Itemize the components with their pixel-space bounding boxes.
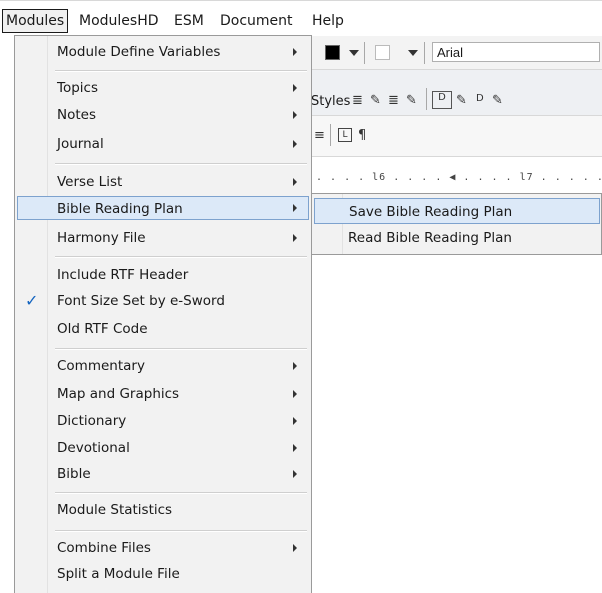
menu-item-map-and-graphics[interactable]: Map and Graphics: [17, 382, 309, 406]
submenu-arrow-icon: [293, 362, 297, 370]
menu-item-read-bible-reading-plan[interactable]: Read Bible Reading Plan: [314, 225, 600, 251]
menu-help[interactable]: Help: [308, 10, 348, 32]
menu-item-label: Old RTF Code: [57, 321, 148, 337]
text-color-swatch[interactable]: [325, 45, 340, 60]
menu-item-save-bible-reading-plan[interactable]: Save Bible Reading Plan: [314, 198, 600, 224]
submenu-arrow-icon: [293, 470, 297, 478]
menu-item-bible[interactable]: Bible: [17, 462, 309, 486]
menu-item-label: Font Size Set by e-Sword: [57, 293, 225, 309]
menu-item-label: Read Bible Reading Plan: [348, 230, 512, 246]
apply-char-style-2-icon[interactable]: ✎: [492, 93, 503, 108]
menu-item-label: Commentary: [57, 358, 145, 374]
menu-item-label: Module Statistics: [57, 502, 173, 518]
text-color-dropdown-icon[interactable]: [349, 50, 359, 56]
submenu-arrow-icon: [293, 178, 297, 186]
paragraph-style-2-icon[interactable]: ≣: [388, 93, 399, 108]
menu-item-font-size-set-by-esword[interactable]: ✓ Font Size Set by e-Sword: [17, 289, 309, 313]
menu-item-module-statistics[interactable]: Module Statistics: [17, 498, 309, 522]
menu-item-label: Bible Reading Plan: [57, 201, 183, 217]
menu-item-devotional[interactable]: Devotional: [17, 436, 309, 460]
menu-item-label: Module Define Variables: [57, 44, 221, 60]
menu-item-notes[interactable]: Notes: [17, 103, 309, 127]
menu-moduleshd[interactable]: ModulesHD: [75, 10, 163, 32]
menu-item-journal[interactable]: Journal: [17, 132, 309, 156]
menu-item-combine-files[interactable]: Combine Files: [17, 536, 309, 560]
menu-item-label: Save Bible Reading Plan: [349, 204, 513, 220]
menu-item-label: Harmony File: [57, 230, 146, 246]
menu-item-label: Topics: [57, 80, 98, 96]
styles-label: Styles: [311, 94, 351, 109]
menu-item-old-rtf-code[interactable]: Old RTF Code: [17, 317, 309, 341]
menu-item-label: Journal: [57, 136, 104, 152]
menu-item-label: Dictionary: [57, 413, 127, 429]
submenu-arrow-icon: [293, 390, 297, 398]
char-style-2-icon[interactable]: D: [476, 93, 484, 104]
indent-icon[interactable]: ≡: [314, 128, 325, 143]
character-style-icon[interactable]: D: [432, 91, 452, 109]
modules-menu: Module Define Variables Topics Notes Jou…: [14, 35, 312, 593]
menu-item-harmony-file[interactable]: Harmony File: [17, 226, 309, 250]
menu-item-label: Verse List: [57, 174, 123, 190]
menu-item-include-rtf-header[interactable]: Include RTF Header: [17, 263, 309, 287]
checkmark-icon: ✓: [25, 291, 39, 310]
paragraph-style-icon[interactable]: ≣: [352, 93, 363, 108]
font-name-combobox[interactable]: Arial: [432, 42, 600, 62]
apply-style-2-icon[interactable]: ✎: [406, 93, 417, 108]
submenu-arrow-icon: [293, 234, 297, 242]
menu-item-label: Bible: [57, 466, 91, 482]
menu-esm[interactable]: ESM: [170, 10, 208, 32]
apply-style-icon[interactable]: ✎: [370, 93, 381, 108]
menu-modules[interactable]: Modules: [2, 9, 69, 33]
submenu-arrow-icon: [293, 84, 297, 92]
submenu-arrow-icon: [293, 444, 297, 452]
submenu-arrow-icon: [293, 544, 297, 552]
menu-item-label: Split a Module File: [57, 566, 180, 582]
menu-item-verse-list[interactable]: Verse List: [17, 170, 309, 194]
menu-bar: Modules ModulesHD ESM Document Help: [0, 0, 602, 37]
show-formatting-icon[interactable]: ¶: [358, 128, 366, 143]
menu-item-bible-reading-plan[interactable]: Bible Reading Plan: [17, 196, 309, 220]
submenu-arrow-icon: [293, 140, 297, 148]
menu-document[interactable]: Document: [216, 10, 297, 32]
menu-item-commentary[interactable]: Commentary: [17, 354, 309, 378]
submenu-arrow-icon: [293, 48, 297, 56]
highlight-color-dropdown-icon[interactable]: [408, 50, 418, 56]
tab-stop-icon[interactable]: L: [338, 128, 352, 142]
menu-item-label: Devotional: [57, 440, 130, 456]
submenu-arrow-icon: [293, 111, 297, 119]
menu-item-label: Include RTF Header: [57, 267, 189, 283]
submenu-arrow-icon: [293, 417, 297, 425]
menu-item-split-a-module-file[interactable]: Split a Module File: [17, 562, 309, 586]
ruler-marks: . . . . l6 . . . . ◀ . . . . l7 . . . . …: [316, 172, 602, 183]
submenu-arrow-icon: [293, 204, 297, 212]
menu-item-topics[interactable]: Topics: [17, 76, 309, 100]
highlight-color-swatch[interactable]: [375, 45, 390, 60]
menu-item-label: Map and Graphics: [57, 386, 180, 402]
paragraph-toolbar: [312, 116, 602, 157]
apply-char-style-icon[interactable]: ✎: [456, 93, 467, 108]
menu-item-label: Notes: [57, 107, 96, 123]
menu-item-dictionary[interactable]: Dictionary: [17, 409, 309, 433]
bible-reading-plan-submenu: Save Bible Reading Plan Read Bible Readi…: [311, 193, 602, 255]
menu-item-module-define-variables[interactable]: Module Define Variables: [17, 40, 309, 64]
menu-item-label: Combine Files: [57, 540, 151, 556]
